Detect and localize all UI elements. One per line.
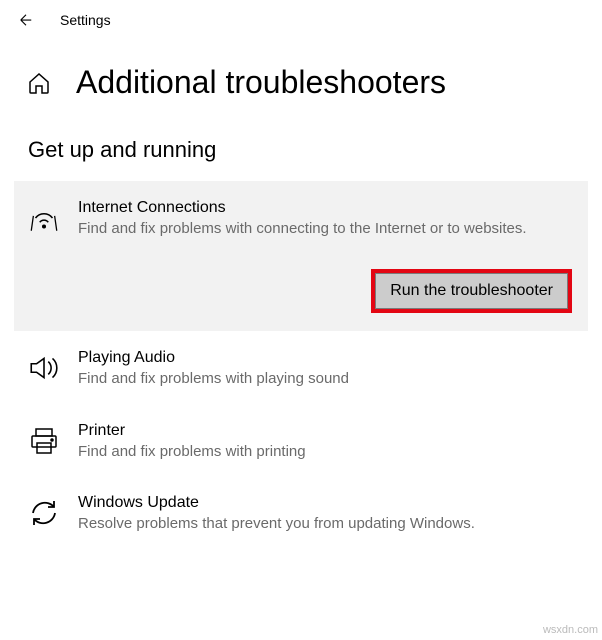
home-icon[interactable]	[26, 70, 52, 96]
item-title: Printer	[78, 422, 576, 440]
troubleshooter-list: Internet Connections Find and fix proble…	[0, 181, 602, 548]
speaker-icon	[26, 349, 62, 385]
title-bar: Settings	[0, 0, 602, 40]
app-title: Settings	[60, 12, 111, 28]
refresh-icon	[26, 494, 62, 530]
item-title: Playing Audio	[78, 349, 576, 367]
troubleshooter-printer[interactable]: Printer Find and fix problems with print…	[14, 404, 588, 476]
item-desc: Find and fix problems with connecting to…	[78, 219, 576, 239]
printer-icon	[26, 422, 62, 458]
item-title: Internet Connections	[78, 199, 576, 217]
run-troubleshooter-button[interactable]: Run the troubleshooter	[375, 273, 568, 309]
troubleshooter-playing-audio[interactable]: Playing Audio Find and fix problems with…	[14, 331, 588, 403]
watermark: wsxdn.com	[543, 624, 598, 636]
wifi-icon	[26, 199, 62, 235]
section-heading: Get up and running	[0, 109, 602, 181]
item-desc: Find and fix problems with playing sound	[78, 369, 576, 389]
back-button[interactable]	[16, 10, 36, 30]
highlight-box: Run the troubleshooter	[371, 269, 572, 313]
troubleshooter-windows-update[interactable]: Windows Update Resolve problems that pre…	[14, 476, 588, 548]
item-title: Windows Update	[78, 494, 576, 512]
item-desc: Resolve problems that prevent you from u…	[78, 514, 576, 534]
troubleshooter-internet-connections[interactable]: Internet Connections Find and fix proble…	[14, 181, 588, 331]
page-header: Additional troubleshooters	[0, 40, 602, 109]
item-desc: Find and fix problems with printing	[78, 442, 576, 462]
page-title: Additional troubleshooters	[76, 64, 446, 101]
